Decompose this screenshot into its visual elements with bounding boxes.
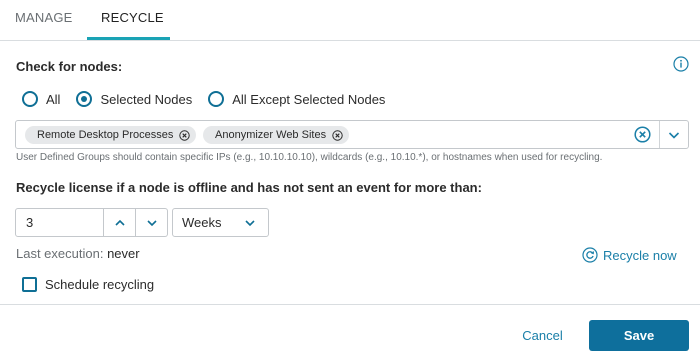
chevron-up-icon xyxy=(114,219,125,226)
tag-label: Anonymizer Web Sites xyxy=(215,129,327,141)
last-execution-label: Last execution: xyxy=(16,246,104,261)
time-unit-value: Weeks xyxy=(182,215,222,230)
radio-all-indicator xyxy=(22,91,38,107)
chevron-down-icon[interactable] xyxy=(666,127,682,143)
increment-button[interactable] xyxy=(104,208,136,237)
recycle-amount-input[interactable] xyxy=(15,208,104,237)
last-execution: Last execution: never xyxy=(16,246,140,261)
remove-tag-icon[interactable] xyxy=(332,129,343,141)
time-unit-select[interactable]: Weeks xyxy=(172,208,269,237)
chevron-down-icon xyxy=(243,216,257,230)
chevron-down-icon xyxy=(146,219,157,226)
check-for-nodes-title: Check for nodes: xyxy=(16,59,123,74)
radio-selected-nodes[interactable]: Selected Nodes xyxy=(76,91,192,107)
cancel-button[interactable]: Cancel xyxy=(510,322,575,348)
tab-bar: MANAGE RECYCLE xyxy=(0,0,700,41)
recycle-now-label: Recycle now xyxy=(603,247,677,263)
radio-all-except-selected-label: All Except Selected Nodes xyxy=(232,91,386,107)
radio-all-except-selected[interactable]: All Except Selected Nodes xyxy=(208,91,385,107)
radio-all-except-selected-indicator xyxy=(208,91,225,107)
remove-tag-icon[interactable] xyxy=(179,129,191,141)
active-tab-indicator xyxy=(87,37,170,40)
multiselect-divider xyxy=(659,121,660,148)
tag-remote-desktop-processes: Remote Desktop Processes xyxy=(25,126,197,144)
radio-all[interactable]: All xyxy=(22,91,60,107)
node-group-multiselect[interactable]: Remote Desktop Processes Anonymizer Web … xyxy=(15,120,689,149)
save-button[interactable]: Save xyxy=(589,320,689,351)
decrement-button[interactable] xyxy=(136,208,168,237)
recycling-hint-text: User Defined Groups should contain speci… xyxy=(16,152,603,163)
radio-selected-nodes-indicator xyxy=(76,91,93,107)
node-scope-radio-group: All Selected Nodes All Except Selected N… xyxy=(22,90,401,108)
schedule-recycling-label: Schedule recycling xyxy=(45,276,155,292)
clear-all-icon[interactable] xyxy=(634,126,651,143)
recycle-now-link[interactable]: Recycle now xyxy=(582,246,677,264)
tag-anonymizer-web-sites: Anonymizer Web Sites xyxy=(203,126,350,144)
refresh-icon xyxy=(582,247,598,263)
footer-divider xyxy=(0,304,700,305)
tab-manage[interactable]: MANAGE xyxy=(15,10,73,25)
checkbox-box xyxy=(22,276,37,292)
schedule-recycling-checkbox[interactable]: Schedule recycling xyxy=(22,276,154,292)
info-icon[interactable] xyxy=(673,56,689,72)
tab-recycle[interactable]: RECYCLE xyxy=(101,10,164,25)
recycle-license-title: Recycle license if a node is offline and… xyxy=(16,180,482,195)
radio-all-label: All xyxy=(46,91,61,107)
radio-selected-nodes-label: Selected Nodes xyxy=(100,91,193,107)
last-execution-value: never xyxy=(107,246,140,261)
tag-label: Remote Desktop Processes xyxy=(37,129,174,141)
